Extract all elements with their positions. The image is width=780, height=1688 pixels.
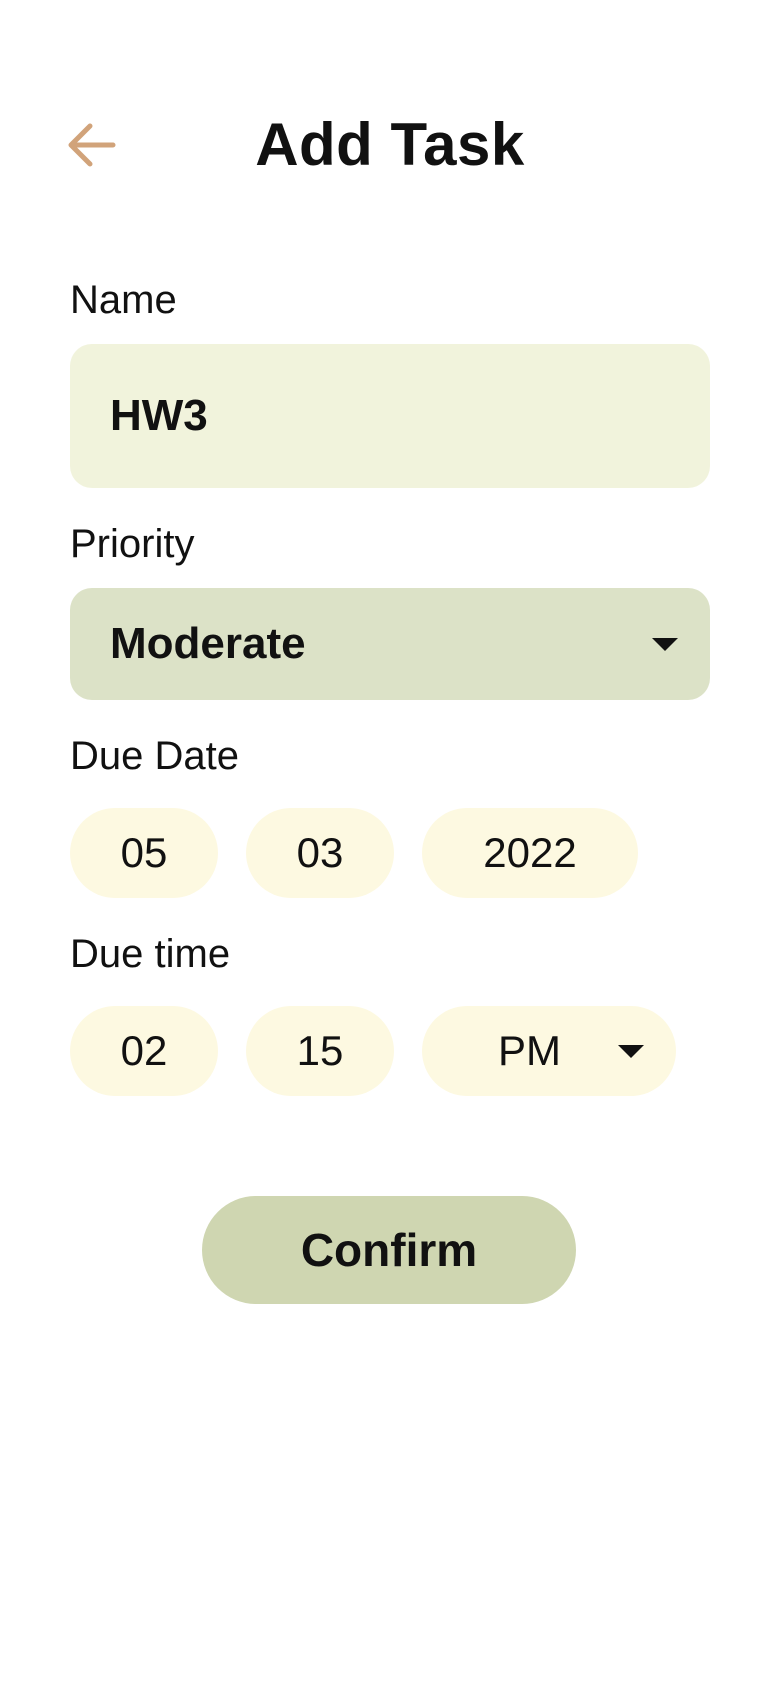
confirm-button[interactable]: Confirm — [202, 1196, 576, 1304]
due-date-month-field[interactable]: 05 — [70, 808, 218, 898]
name-value: HW3 — [110, 391, 208, 440]
due-date-day-value: 03 — [296, 829, 344, 876]
due-time-minute-value: 15 — [296, 1027, 344, 1074]
due-time-period-dropdown[interactable]: PM — [422, 1006, 676, 1096]
due-date-day-field[interactable]: 03 — [246, 808, 394, 898]
due-time-hour-value: 02 — [120, 1027, 168, 1074]
priority-dropdown[interactable]: Moderate — [70, 588, 710, 700]
header: Add Task — [0, 100, 780, 190]
name-label: Name — [70, 278, 177, 322]
priority-label: Priority — [70, 522, 195, 566]
due-time-hour-field[interactable]: 02 — [70, 1006, 218, 1096]
due-time-minute-field[interactable]: 15 — [246, 1006, 394, 1096]
name-input[interactable]: HW3 — [70, 344, 710, 488]
caret-down-icon — [652, 638, 678, 651]
due-time-period-value: PM — [498, 1027, 561, 1074]
due-date-year-field[interactable]: 2022 — [422, 808, 638, 898]
back-button[interactable] — [62, 118, 120, 172]
due-date-month-value: 05 — [120, 829, 168, 876]
due-date-label: Due Date — [70, 734, 239, 778]
priority-value: Moderate — [110, 619, 306, 668]
due-date-year-value: 2022 — [483, 829, 577, 876]
caret-down-icon — [618, 1045, 644, 1058]
arrow-left-icon — [68, 123, 116, 167]
due-time-label: Due time — [70, 932, 231, 976]
